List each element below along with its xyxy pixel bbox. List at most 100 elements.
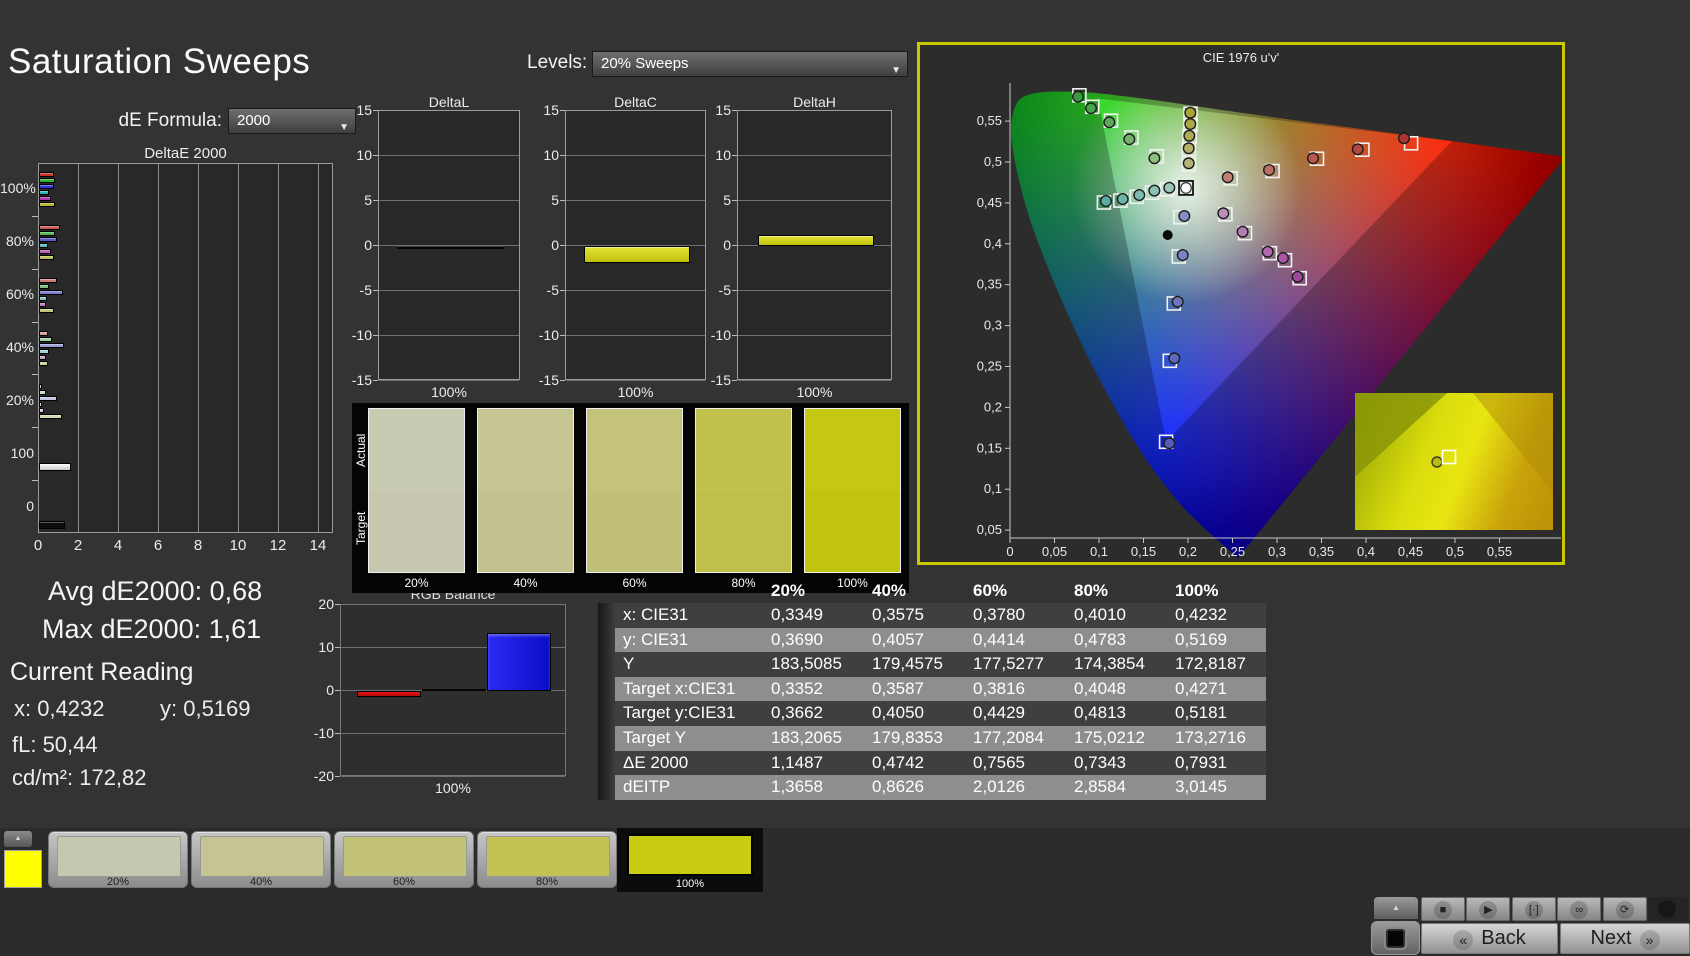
table-cell: 0,4813: [1064, 701, 1165, 726]
transport-icon: ⟳: [1615, 901, 1634, 919]
gridline: [566, 290, 705, 291]
sweep-swatch: [695, 408, 792, 573]
gridline: [379, 335, 519, 336]
cie-point-blue: [1168, 352, 1181, 365]
table-row-label: y: CIE31: [615, 627, 761, 653]
sweep-swatch-panel: Actual Target 20% 40% 60% 80% 100%: [352, 403, 909, 593]
rgb-y-tick-label: 20: [318, 596, 334, 612]
delta-y-tick: [560, 110, 565, 111]
deltae-x-tick-label: 8: [193, 537, 203, 554]
patch-tile[interactable]: 80%: [477, 831, 617, 888]
cie-point-cyan: [1133, 188, 1146, 201]
test-patch-swatch[interactable]: [4, 850, 42, 888]
table-cell: 0,4742: [862, 750, 963, 776]
deltae-axis-tick: [32, 268, 38, 270]
next-button[interactable]: Next »: [1560, 923, 1690, 954]
patch-tile[interactable]: 40%: [191, 831, 331, 888]
cie-x-tick-label: 0,3: [1268, 544, 1286, 559]
table-row: Target y:CIE31 0,3662 0,4050 0,4429 0,4813 0,…: [598, 701, 1266, 726]
transport-button-0[interactable]: ■: [1421, 897, 1465, 921]
rgb-y-tick-label: 0: [326, 682, 334, 698]
table-cell: 174,3854: [1064, 652, 1165, 677]
patch-tile-label: 60%: [392, 876, 416, 888]
patch-tile[interactable]: 20%: [48, 831, 188, 888]
deltae-x-tick-label: 14: [309, 537, 327, 554]
transport-button-4[interactable]: ⟳: [1602, 897, 1647, 921]
patch-tile-swatch: [343, 836, 467, 877]
delta-y-tick: [732, 200, 737, 201]
sweep-swatch-actual: [805, 409, 900, 491]
transport-button-1[interactable]: ▶: [1466, 897, 1511, 921]
delta-y-tick: [732, 245, 737, 246]
patch-tile-selected[interactable]: 100%: [617, 828, 763, 892]
table-cell: 0,4429: [963, 701, 1064, 726]
patch-tile[interactable]: 60%: [334, 831, 474, 888]
delta-y-tick-label: -5: [718, 282, 731, 298]
table-cell: 0,3352: [761, 676, 862, 702]
cie-diagram-panel: CIE 1976 u'v' 0 0,05 0,1 0,15 0,2 0,25 0,3 0,35…: [917, 42, 1565, 565]
table-cell: 183,2065: [761, 726, 862, 751]
table-cell: 179,8353: [862, 726, 963, 751]
cie-point-blue: [1176, 248, 1189, 261]
table-cell: 0,5181: [1165, 701, 1266, 726]
scroll-up-button[interactable]: ▲: [1374, 897, 1418, 919]
deltae-bar: [39, 407, 44, 413]
table-col-header: 40%: [872, 581, 907, 600]
cie-black-dot: [1162, 230, 1173, 240]
sweep-swatch: [477, 408, 574, 573]
deltae-bar: [39, 237, 57, 243]
cie-point-cyan: [1163, 181, 1176, 194]
rgb-bar-green: [422, 689, 486, 691]
avg-de2000: Avg dE2000: 0,68: [48, 576, 263, 606]
table-cell: 0,8626: [862, 775, 963, 800]
delta-y-tick-label: -15: [710, 372, 731, 388]
table-row-label: dEITP: [615, 775, 761, 800]
table-cell: 0,4414: [963, 627, 1064, 653]
deltae-bar: [39, 290, 63, 296]
transport-button-2[interactable]: [·]: [1511, 897, 1556, 921]
stop-pattern-button[interactable]: [1371, 921, 1420, 955]
rgb-y-tick-label: -10: [313, 725, 334, 741]
table-col-header: 100%: [1175, 581, 1219, 600]
table-row-handle: [598, 676, 615, 702]
deltae-bar: [39, 413, 62, 419]
deltae-bar: [39, 395, 57, 401]
delta-y-tick: [732, 110, 737, 111]
delta-y-tick: [373, 110, 378, 111]
table-row-label: x: CIE31: [615, 603, 761, 628]
rgb-y-tick: [335, 647, 340, 648]
cie-point-yellow: [1184, 106, 1197, 119]
deltae-bar: [39, 184, 54, 190]
delta-y-tick-label: 10: [715, 147, 731, 163]
rgb-y-tick: [335, 690, 340, 691]
delta-y-tick-label: 10: [543, 147, 559, 163]
delta-y-tick-label: -15: [351, 372, 372, 388]
sweep-swatch: [804, 408, 901, 573]
gridline: [379, 290, 519, 291]
levels-select[interactable]: 20% Sweeps ▼: [592, 51, 908, 77]
cie-y-tick-label: 0,55: [977, 113, 1002, 128]
table-cell: 0,4048: [1064, 676, 1165, 702]
cie-y-tick-label: 0,25: [977, 359, 1002, 374]
table-row-label: ΔE 2000: [615, 750, 761, 776]
delta-y-tick: [373, 290, 378, 291]
scroll-up-button[interactable]: ▲: [4, 831, 32, 847]
table-cell: 0,3780: [963, 603, 1064, 628]
deltae-x-tick-label: 6: [153, 537, 163, 554]
de-formula-label: dE Formula:: [118, 110, 222, 131]
table-cell: 0,3690: [761, 627, 862, 653]
deltae-bar: [39, 462, 72, 471]
table-cell: 177,5277: [963, 652, 1064, 677]
delta-y-tick: [373, 155, 378, 156]
next-label: Next: [1590, 927, 1632, 949]
deltae-bar: [39, 308, 55, 314]
transport-button-3[interactable]: ∞: [1557, 897, 1602, 921]
patch-tile-label: 80%: [535, 876, 559, 888]
table-cell: 1,1487: [761, 750, 862, 776]
back-button[interactable]: « Back: [1421, 923, 1558, 954]
back-label: Back: [1481, 927, 1526, 949]
deltae-group-label: 0: [26, 497, 34, 514]
cie-y-tick-label: 0,3: [984, 318, 1002, 333]
de-formula-select[interactable]: 2000 ▼: [228, 108, 356, 134]
table-cell: 0,3575: [862, 603, 963, 628]
